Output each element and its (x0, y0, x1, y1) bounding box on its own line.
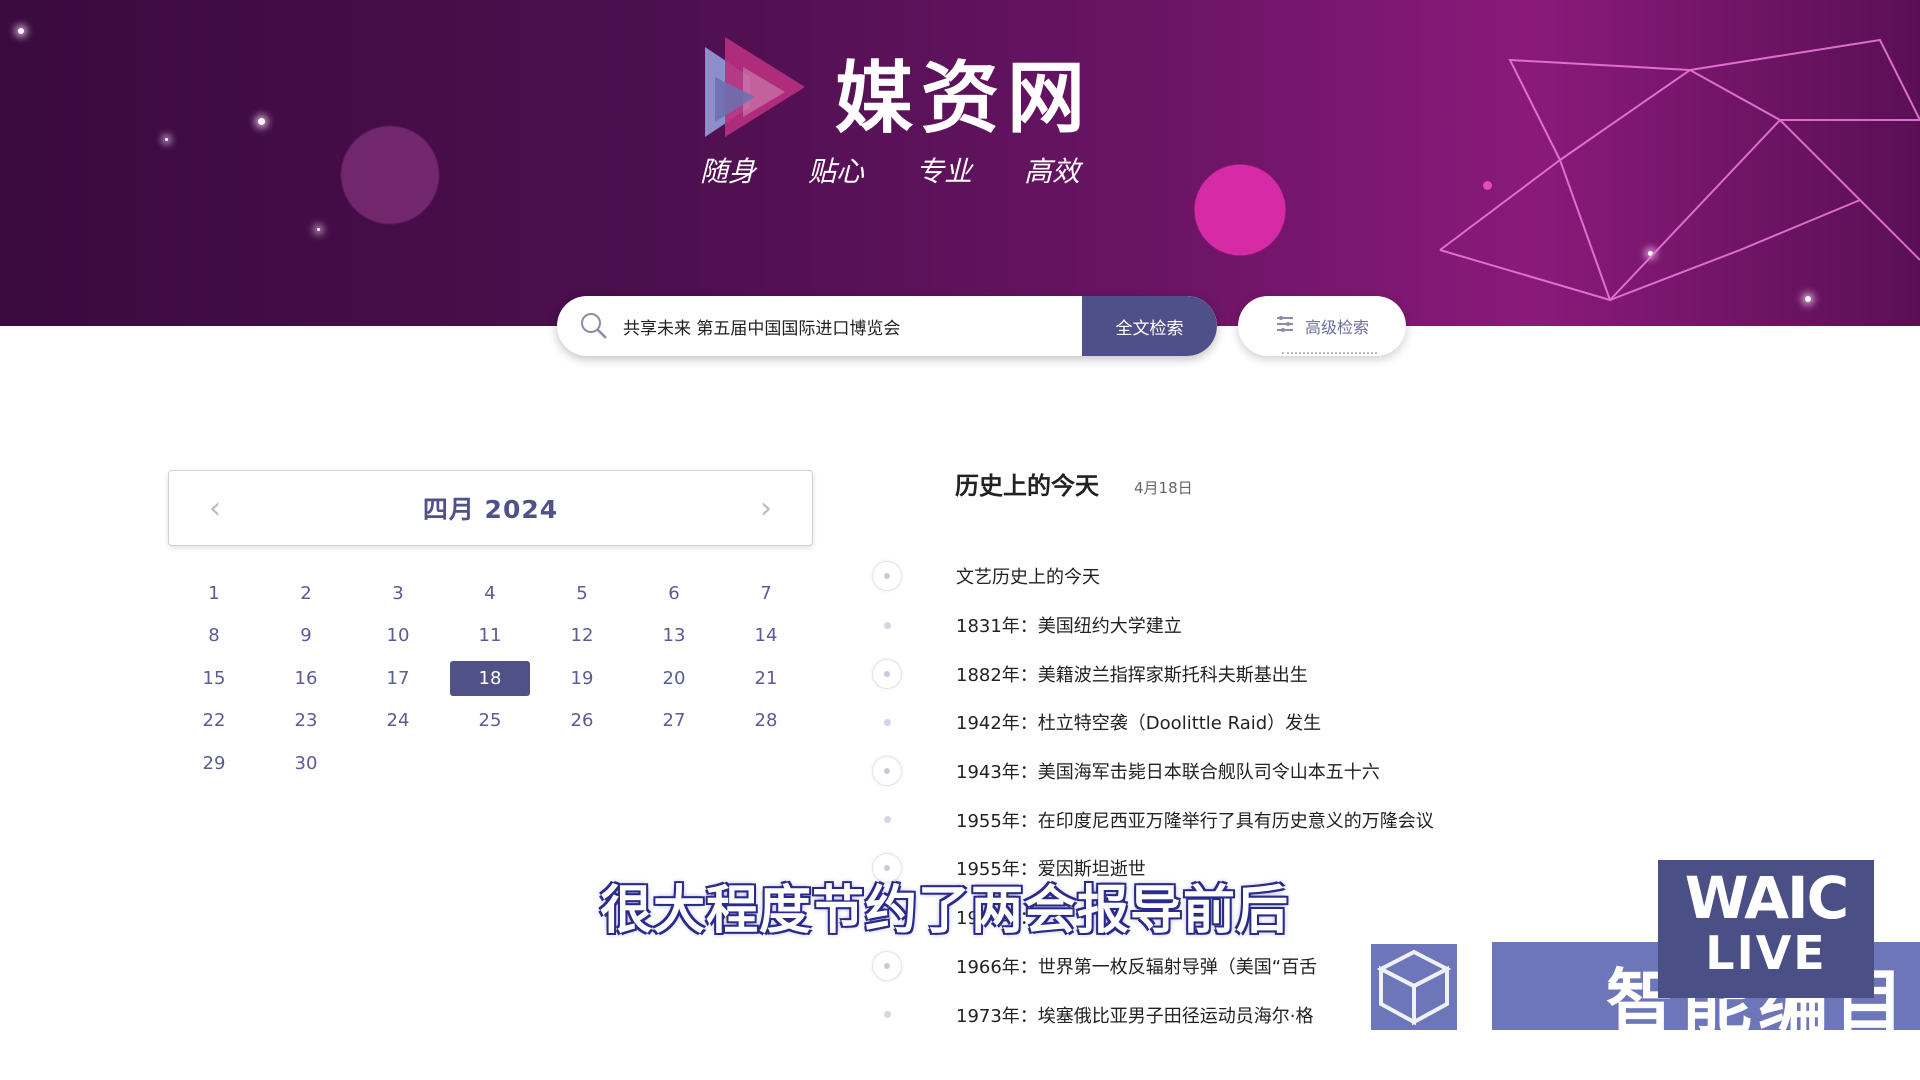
calendar-day[interactable]: 12 (536, 615, 628, 658)
calendar-day[interactable]: 13 (628, 615, 720, 658)
calendar-day[interactable]: 3 (352, 572, 444, 615)
calendar-day[interactable]: 25 (444, 700, 536, 743)
calendar-day[interactable]: 2 (260, 572, 352, 615)
calendar-day[interactable]: 19 (536, 657, 628, 700)
chevron-right-icon[interactable]: › (760, 491, 772, 526)
tagline: 随身 贴心 专业 高效 (700, 150, 1080, 190)
timeline-dot-icon (868, 658, 906, 689)
calendar-header: ‹ 四月 2024 › (168, 470, 813, 546)
calendar-day[interactable]: 30 (260, 742, 352, 785)
history-item-text: 文艺历史上的今天 (956, 567, 1100, 589)
calendar-grid: 1 2 3 4 5 6 7 8 9 10 11 12 13 14 15 16 17 18 19 20 21 22 23 24 2… (168, 572, 813, 785)
calendar-day[interactable]: 23 (260, 700, 352, 743)
calendar-day[interactable]: 9 (260, 615, 352, 658)
calendar-day[interactable]: 15 (168, 657, 260, 700)
calendar-day[interactable]: 10 (352, 615, 444, 658)
calendar-day[interactable]: 27 (628, 700, 720, 743)
chevron-left-icon[interactable]: ‹ (209, 491, 221, 526)
star-decoration (18, 28, 24, 34)
search-icon (579, 311, 609, 341)
calendar-day[interactable]: 11 (444, 615, 536, 658)
filter-icon (1275, 315, 1295, 337)
history-item-text: 1943年：美国海军击毙日本联合舰队司令山本五十六 (956, 762, 1380, 784)
search-input[interactable] (621, 315, 1085, 337)
calendar-day-selected[interactable]: 18 (450, 661, 530, 696)
brand-logo[interactable]: 媒资网 (695, 36, 1093, 148)
calendar-day[interactable]: 4 (444, 572, 536, 615)
calendar-day[interactable]: 5 (536, 572, 628, 615)
history-item-text: 1831年：美国纽约大学建立 (956, 616, 1182, 638)
history-date: 4月18日 (1134, 479, 1193, 497)
calendar-day[interactable]: 7 (720, 572, 812, 615)
network-decoration (1439, 38, 1920, 302)
play-logo-icon (695, 37, 815, 147)
history-item-text: 1882年：美籍波兰指挥家斯托科夫斯基出生 (956, 664, 1308, 686)
timeline-dot-icon (868, 561, 906, 592)
history-item[interactable]: 1942年：杜立特空袭（Doolittle Raid）发生 (868, 698, 1628, 747)
advanced-search-button[interactable]: 高级检索 (1238, 296, 1406, 356)
timeline-dot-icon (868, 621, 906, 629)
history-item-text: 1966年：世界第一枚反辐射导弹（美国“百舌 (956, 956, 1318, 978)
history-title: 历史上的今天 (955, 472, 1099, 500)
advanced-search-label: 高级检索 (1304, 318, 1369, 337)
calendar-day[interactable]: 26 (536, 700, 628, 743)
calendar-day[interactable]: 28 (720, 700, 812, 743)
history-item[interactable]: 1831年：美国纽约大学建立 (868, 601, 1628, 650)
calendar-day[interactable]: 1 (168, 572, 260, 615)
history-item[interactable]: 1943年：美国海军击毙日本联合舰队司令山本五十六 (868, 747, 1628, 796)
brand-title: 媒资网 (835, 54, 1094, 144)
tagline-item: 专业 (916, 155, 973, 188)
tagline-item: 随身 (700, 155, 757, 188)
timeline-dot-icon (868, 718, 906, 726)
waic-logo-line2: LIVE (1705, 926, 1827, 980)
calendar-day[interactable]: 6 (628, 572, 720, 615)
calendar-day[interactable]: 21 (720, 657, 812, 700)
star-decoration (258, 118, 265, 125)
video-subtitle: 很大程度节约了两会报导前后 (600, 881, 1290, 941)
timeline-dot-icon (868, 1011, 906, 1019)
calendar-day[interactable]: 22 (168, 700, 260, 743)
calendar-day[interactable]: 29 (168, 742, 260, 785)
header-banner: 媒资网 随身 贴心 专业 高效 (0, 0, 1920, 326)
waic-logo-line1: WAIC (1684, 864, 1849, 932)
calendar-day[interactable]: 24 (352, 700, 444, 743)
waic-live-logo: WAIC LIVE (1658, 860, 1874, 998)
history-item-text: 1942年：杜立特空袭（Doolittle Raid）发生 (956, 713, 1322, 735)
tagline-item: 高效 (1024, 155, 1081, 188)
star-decoration (165, 138, 168, 141)
calendar-month-label: 四月 2024 (422, 495, 559, 524)
calendar-day[interactable]: 14 (720, 615, 812, 658)
search-bar: 全文检索 (557, 296, 1217, 356)
history-item[interactable]: 1882年：美籍波兰指挥家斯托科夫斯基出生 (868, 649, 1628, 698)
timeline-dot-icon (868, 756, 906, 787)
cube-logo-icon (1371, 944, 1457, 1030)
history-item[interactable]: 文艺历史上的今天 (868, 552, 1628, 601)
history-item-text: 1955年：在印度尼西亚万隆举行了具有历史意义的万隆会议 (956, 810, 1434, 832)
calendar-day[interactable]: 17 (352, 657, 444, 700)
calendar-day[interactable]: 20 (628, 657, 720, 700)
timeline-dot-icon (868, 950, 906, 981)
tagline-item: 贴心 (808, 155, 865, 188)
calendar-day[interactable]: 8 (168, 615, 260, 658)
timeline-dot-icon (868, 816, 906, 824)
star-decoration (317, 228, 320, 231)
history-item-text: 1973年：埃塞俄比亚男子田径运动员海尔·格 (956, 1005, 1314, 1027)
history-item[interactable]: 1955年：在印度尼西亚万隆举行了具有历史意义的万隆会议 (868, 795, 1628, 844)
calendar-day[interactable]: 16 (260, 657, 352, 700)
fulltext-search-button[interactable]: 全文检索 (1082, 296, 1217, 356)
divider (1282, 352, 1377, 354)
